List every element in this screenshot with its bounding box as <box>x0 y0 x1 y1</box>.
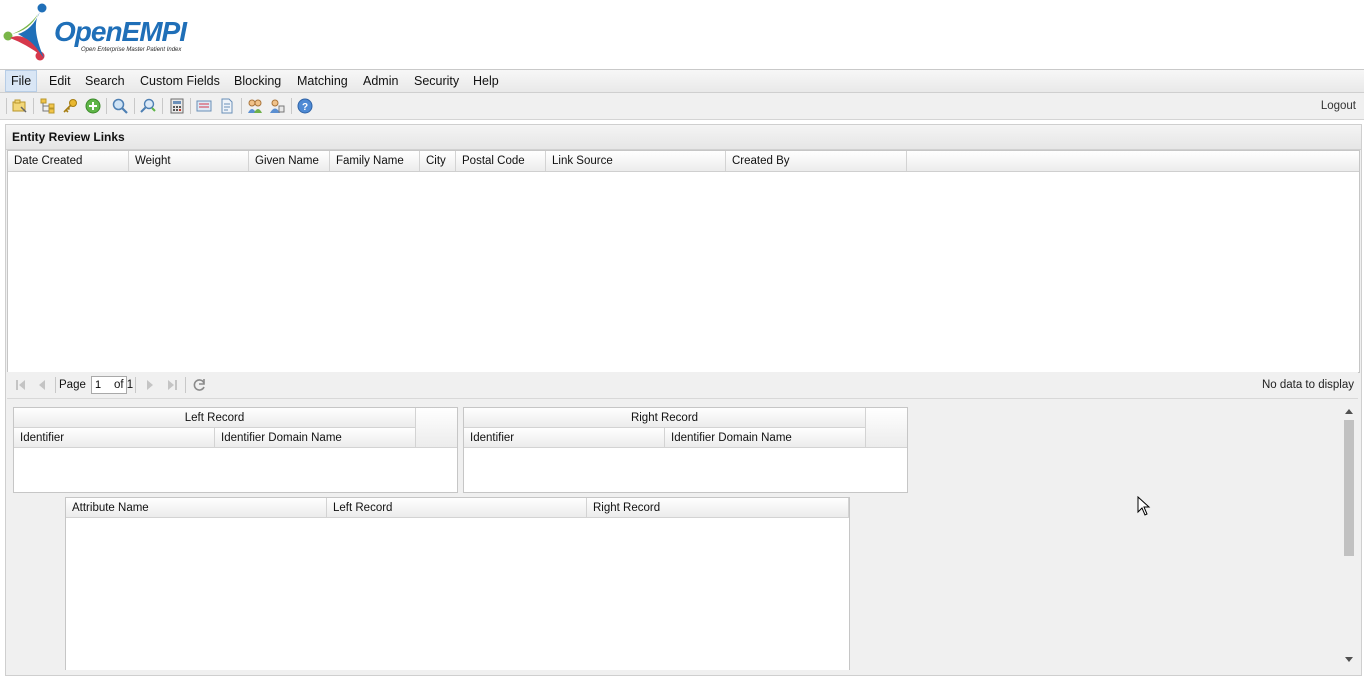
users-icon[interactable] <box>247 98 263 114</box>
toolbar-separator <box>106 98 107 114</box>
page-label: Page <box>59 379 86 391</box>
merge-icon[interactable] <box>196 98 212 114</box>
right-record-grid: Right Record Identifier Identifier Domai… <box>463 407 908 493</box>
header-filler <box>866 408 907 448</box>
user-icon[interactable] <box>269 98 285 114</box>
column-family-name[interactable]: Family Name <box>330 151 420 171</box>
page-count-label: of 1 <box>114 379 134 391</box>
column-attribute-name[interactable]: Attribute Name <box>66 498 327 518</box>
menu-custom-fields[interactable]: Custom Fields <box>135 70 225 92</box>
paging-separator <box>55 377 56 393</box>
column-left-record[interactable]: Left Record <box>327 498 587 518</box>
tree-icon[interactable] <box>40 98 56 114</box>
column-given-name[interactable]: Given Name <box>249 151 330 171</box>
toolbar-separator <box>190 98 191 114</box>
menu-admin[interactable]: Admin <box>358 70 403 92</box>
toolbar-separator <box>291 98 292 114</box>
column-identifier-domain-name[interactable]: Identifier Domain Name <box>665 428 866 448</box>
scroll-up-icon[interactable] <box>1345 409 1353 414</box>
column-date-created[interactable]: Date Created <box>8 151 129 171</box>
calculator-icon[interactable] <box>169 98 185 114</box>
add-icon[interactable] <box>85 98 101 114</box>
toolbar-separator <box>162 98 163 114</box>
paging-status: No data to display <box>1261 379 1354 391</box>
first-page-icon[interactable] <box>13 377 29 393</box>
refresh-icon[interactable] <box>191 377 207 393</box>
logo-tagline: Open Enterprise Master Patient Index <box>81 47 182 53</box>
scroll-down-icon[interactable] <box>1345 657 1353 662</box>
search-icon[interactable] <box>112 98 128 114</box>
svg-text:?: ? <box>302 102 308 113</box>
paging-toolbar: Page of 1 No data to display <box>7 372 1358 399</box>
advanced-search-icon[interactable] <box>140 98 156 114</box>
column-link-source[interactable]: Link Source <box>546 151 726 171</box>
menu-blocking[interactable]: Blocking <box>229 70 286 92</box>
openempi-logo: OpenEMPI Open Enterprise Master Patient … <box>0 0 200 68</box>
right-record-title: Right Record <box>464 408 866 428</box>
grid-header: Date Created Weight Given Name Family Na… <box>8 151 1359 172</box>
key-icon[interactable] <box>62 98 78 114</box>
panel-title: Entity Review Links <box>6 125 1361 150</box>
last-page-icon[interactable] <box>164 377 180 393</box>
previous-page-icon[interactable] <box>34 377 50 393</box>
column-right-record[interactable]: Right Record <box>587 498 849 518</box>
toolbar-separator <box>6 98 7 114</box>
main-toolbar: ? Logout <box>0 93 1364 120</box>
column-identifier[interactable]: Identifier <box>14 428 215 448</box>
column-identifier-domain-name[interactable]: Identifier Domain Name <box>215 428 416 448</box>
left-record-title: Left Record <box>14 408 416 428</box>
menu-security[interactable]: Security <box>409 70 464 92</box>
toolbar-separator <box>33 98 34 114</box>
menu-bar: File Edit Search Custom Fields Blocking … <box>0 70 1364 93</box>
menu-help[interactable]: Help <box>468 70 504 92</box>
column-identifier[interactable]: Identifier <box>464 428 665 448</box>
attribute-comparison-grid: Attribute Name Left Record Right Record <box>65 497 850 670</box>
entity-review-grid: Date Created Weight Given Name Family Na… <box>7 150 1360 373</box>
column-weight[interactable]: Weight <box>129 151 249 171</box>
next-page-icon[interactable] <box>142 377 158 393</box>
help-icon[interactable]: ? <box>297 98 313 114</box>
scroll-thumb[interactable] <box>1344 420 1354 556</box>
menu-search[interactable]: Search <box>80 70 130 92</box>
logout-button[interactable]: Logout <box>1321 93 1356 119</box>
paging-separator <box>135 377 136 393</box>
vertical-scrollbar[interactable] <box>1342 405 1356 667</box>
document-icon[interactable] <box>219 98 235 114</box>
left-record-grid: Left Record Identifier Identifier Domain… <box>13 407 458 493</box>
column-postal-code[interactable]: Postal Code <box>456 151 546 171</box>
mouse-cursor-icon <box>1137 496 1151 516</box>
toolbar-separator <box>134 98 135 114</box>
logo-wordmark: OpenEMPI <box>54 16 187 47</box>
menu-edit[interactable]: Edit <box>44 70 76 92</box>
column-city[interactable]: City <box>420 151 456 171</box>
menu-file[interactable]: File <box>5 70 38 92</box>
toolbar-separator <box>241 98 242 114</box>
header-filler <box>416 408 457 448</box>
column-created-by[interactable]: Created By <box>726 151 907 171</box>
menu-matching[interactable]: Matching <box>292 70 353 92</box>
open-folder-icon[interactable] <box>12 98 28 114</box>
paging-separator <box>185 377 186 393</box>
